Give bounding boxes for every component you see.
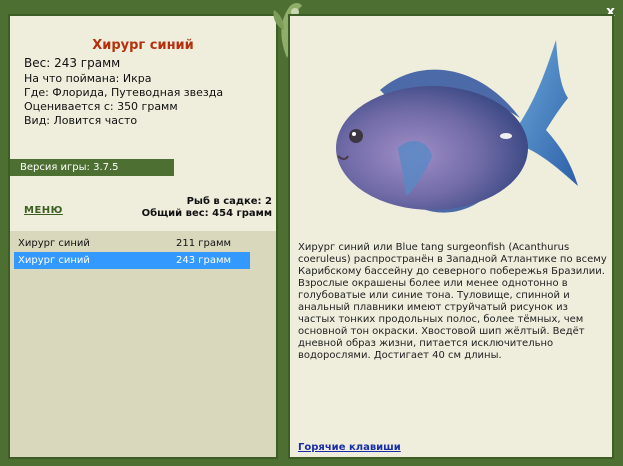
catch-item-weight: 243 грамм	[176, 255, 232, 266]
fish-location: Где: Флорида, Путеводная звезда	[24, 86, 224, 99]
fish-info-panel: Хирург синий Вес: 243 грамм На что пойма…	[8, 14, 278, 459]
cage-total-weight: Общий вес: 454 грамм	[141, 208, 272, 219]
game-version: Версия игры: 3.7.5	[10, 159, 174, 176]
cage-summary: Рыб в садке: 2 Общий вес: 454 грамм	[142, 196, 272, 220]
fish-rated-from: Оценивается с: 350 грамм	[24, 100, 178, 113]
fish-status: Вид: Ловится часто	[24, 114, 138, 127]
fish-weight: Вес: 243 грамм	[24, 56, 121, 70]
fish-name-title: Хирург синий	[92, 38, 194, 53]
fish-description: Хирург синий или Blue tang surgeonfish (…	[298, 242, 607, 361]
fish-bait: На что поймана: Икра	[24, 72, 152, 85]
catch-list-item[interactable]: Хирург синий 211 грамм	[14, 235, 250, 252]
hotkeys-link[interactable]: Горячие клавиши	[298, 442, 401, 453]
blue-tang-fish-image	[336, 40, 578, 213]
menu-button[interactable]: МЕНЮ	[24, 205, 63, 216]
fish-detail-panel: Хирург синий или Blue tang surgeonfish (…	[288, 14, 614, 459]
catch-item-name: Хирург синий	[18, 238, 90, 249]
catch-item-weight: 211 грамм	[176, 238, 232, 249]
catch-item-name: Хирург синий	[18, 255, 90, 266]
catch-list: Хирург синий 211 грамм Хирург синий 243 …	[10, 231, 276, 457]
game-window: Хирург синий Вес: 243 грамм На что пойма…	[0, 0, 623, 466]
cage-count: Рыб в садке: 2	[186, 196, 272, 207]
catch-list-item-selected[interactable]: Хирург синий 243 грамм	[14, 252, 250, 269]
